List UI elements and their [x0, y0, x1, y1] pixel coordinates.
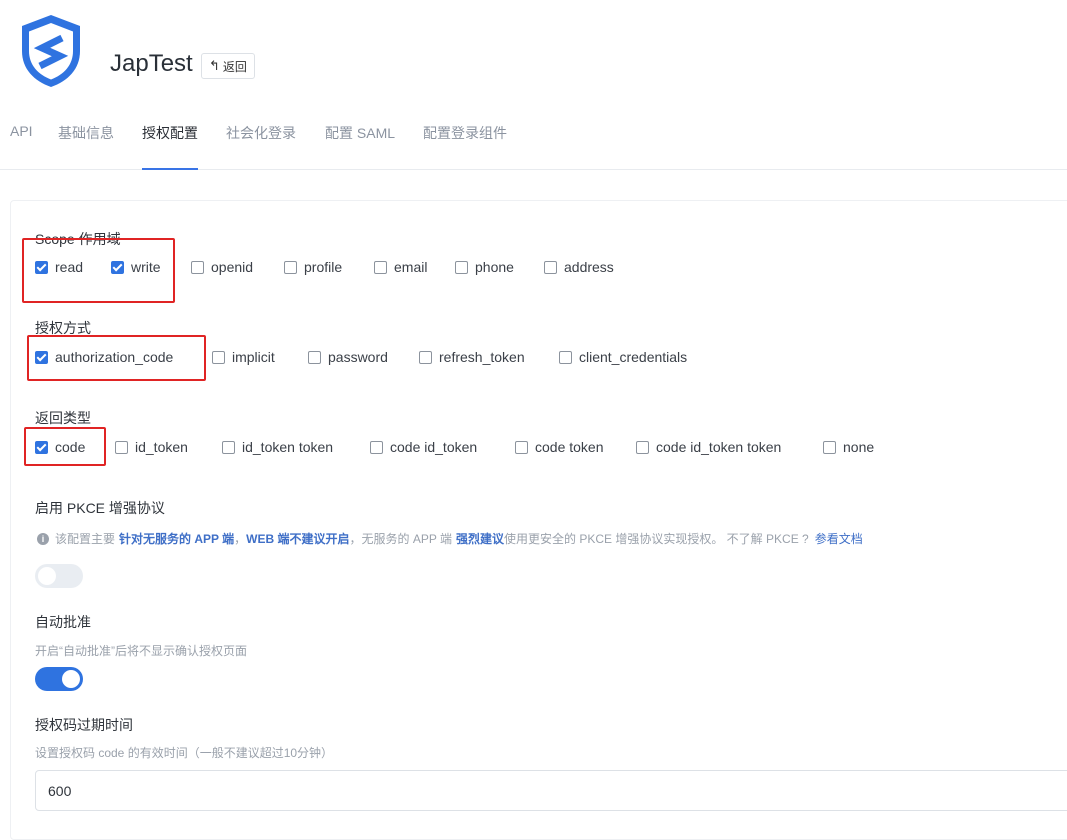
option-label: implicit — [232, 349, 275, 365]
scope-phone-checkbox[interactable]: phone — [455, 259, 514, 275]
scope-profile-checkbox[interactable]: profile — [284, 259, 342, 275]
scope-email-checkbox[interactable]: email — [374, 259, 427, 275]
back-button-label: 返回 — [222, 59, 247, 74]
response-id-token-checkbox[interactable]: id_token — [115, 439, 188, 455]
auto-approve-toggle[interactable] — [35, 667, 83, 691]
option-label: client_credentials — [579, 349, 688, 365]
response-code-token-checkbox[interactable]: code token — [515, 439, 604, 455]
option-label: email — [394, 259, 428, 275]
shield-logo-icon — [22, 15, 80, 87]
option-label: code id_token — [390, 439, 478, 455]
tab-saml[interactable]: 配置 SAML — [325, 123, 395, 168]
response-id-token-token-checkbox[interactable]: id_token token — [222, 439, 333, 455]
checkbox-empty-icon — [222, 440, 235, 454]
checkbox-empty-icon — [370, 440, 383, 454]
tab-basic-info[interactable]: 基础信息 — [58, 123, 114, 168]
response-code-id-token-token-checkbox[interactable]: code id_token token — [636, 439, 781, 455]
checkbox-empty-icon — [374, 260, 387, 274]
checkbox-empty-icon — [544, 260, 557, 274]
checkbox-empty-icon — [515, 440, 528, 454]
response-type-label: 返回类型 — [35, 410, 91, 426]
tab-social-login[interactable]: 社会化登录 — [226, 123, 296, 168]
info-text: ， — [234, 532, 247, 546]
checkbox-empty-icon — [559, 350, 572, 364]
highlight-box — [27, 335, 206, 381]
scope-openid-checkbox[interactable]: openid — [191, 259, 253, 275]
auto-approve-hint: 开启“自动批准”后将不显示确认授权页面 — [35, 644, 247, 658]
info-emphasis: 针对无服务的 APP 端 — [119, 532, 235, 546]
pkce-label: 启用 PKCE 增强协议 — [35, 500, 165, 516]
back-button[interactable]: ↰ 返回 — [201, 53, 255, 79]
tab-api[interactable]: API — [10, 123, 33, 168]
option-label: password — [328, 349, 388, 365]
grant-refresh-token-checkbox[interactable]: refresh_token — [419, 349, 525, 365]
highlight-box — [22, 238, 175, 303]
grant-password-checkbox[interactable]: password — [308, 349, 388, 365]
code-expiry-input[interactable] — [35, 770, 1067, 811]
app-title: JapTest — [110, 50, 193, 77]
tab-bar: API 基础信息 授权配置 社会化登录 配置 SAML 配置登录组件 — [0, 104, 1067, 170]
option-label: address — [564, 259, 614, 275]
response-code-id-token-checkbox[interactable]: code id_token — [370, 439, 477, 455]
checkbox-empty-icon — [308, 350, 321, 364]
grant-implicit-checkbox[interactable]: implicit — [212, 349, 275, 365]
checkbox-empty-icon — [212, 350, 225, 364]
checkbox-empty-icon — [115, 440, 128, 454]
info-text: 使用更安全的 PKCE 增强协议实现授权。 不了解 PKCE ? — [504, 532, 809, 546]
code-expiry-label: 授权码过期时间 — [35, 717, 133, 733]
option-label: openid — [211, 259, 254, 275]
tab-login-widget[interactable]: 配置登录组件 — [423, 123, 507, 168]
checkbox-empty-icon — [419, 350, 432, 364]
checkbox-empty-icon — [455, 260, 468, 274]
option-label: phone — [475, 259, 514, 275]
option-label: code token — [535, 439, 604, 455]
info-text: 该配置主要 — [55, 532, 116, 546]
checkbox-empty-icon — [284, 260, 297, 274]
pkce-toggle[interactable] — [35, 564, 83, 588]
info-text: ，无服务的 APP 端 — [349, 532, 452, 546]
option-label: code id_token token — [656, 439, 782, 455]
checkbox-empty-icon — [191, 260, 204, 274]
grant-client-credentials-checkbox[interactable]: client_credentials — [559, 349, 687, 365]
option-label: none — [843, 439, 875, 455]
checkbox-empty-icon — [823, 440, 836, 454]
info-emphasis: 强烈建议 — [455, 532, 504, 546]
code-expiry-hint: 设置授权码 code 的有效时间（一般不建议超过10分钟） — [35, 746, 334, 760]
toggle-knob — [62, 670, 80, 688]
option-label: id_token token — [242, 439, 334, 455]
toggle-knob — [38, 567, 56, 585]
info-emphasis: WEB 端不建议开启 — [246, 532, 350, 546]
tab-auth-config[interactable]: 授权配置 — [142, 123, 198, 170]
auto-approve-label: 自动批准 — [35, 614, 91, 630]
scope-address-checkbox[interactable]: address — [544, 259, 614, 275]
option-label: profile — [304, 259, 343, 275]
pkce-info: i 该配置主要 针对无服务的 APP 端 ， WEB 端不建议开启 ，无服务的 … — [37, 530, 863, 547]
option-label: id_token — [135, 439, 188, 455]
option-label: refresh_token — [439, 349, 525, 365]
highlight-box — [24, 427, 106, 466]
response-none-checkbox[interactable]: none — [823, 439, 874, 455]
docs-link[interactable]: 参看文档 — [815, 530, 863, 547]
info-icon: i — [37, 532, 49, 545]
checkbox-empty-icon — [636, 440, 649, 454]
back-arrow-icon: ↰ — [209, 58, 220, 73]
